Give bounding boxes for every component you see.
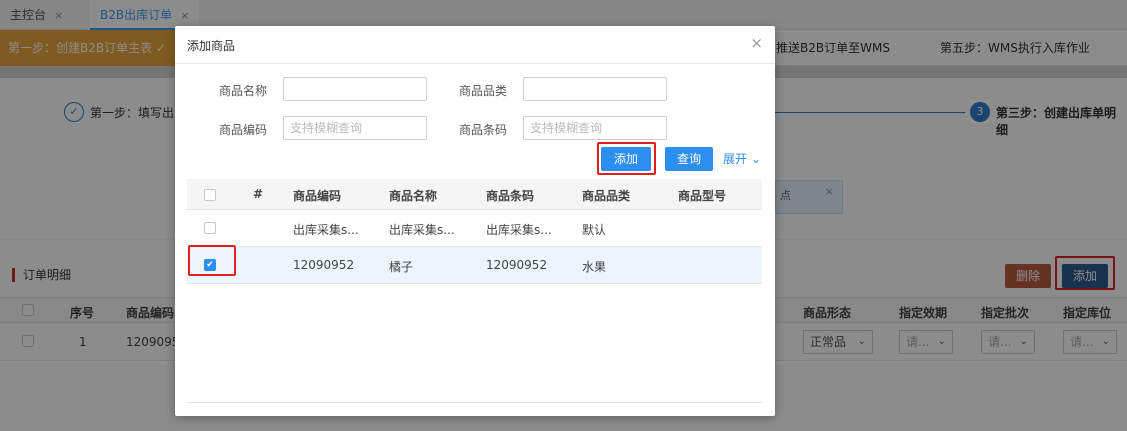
close-icon[interactable]: × [750, 34, 763, 52]
product-category-input[interactable] [523, 77, 667, 101]
row-checkbox[interactable] [204, 222, 216, 234]
product-category-label: 商品品类 [459, 84, 508, 98]
col-barcode: 商品条码 [486, 189, 535, 203]
highlight-box [188, 245, 236, 276]
cell-code: 出库采集s... [293, 223, 359, 237]
product-barcode-input[interactable] [523, 116, 667, 140]
expand-toggle[interactable]: 展开 ⌄ [723, 150, 761, 167]
product-code-input[interactable] [283, 116, 427, 140]
table-row[interactable]: 出库采集s... 出库采集s... 出库采集s... 默认 [187, 210, 762, 247]
table-row[interactable]: ✔ 12090952 橘子 12090952 水果 [187, 247, 762, 284]
col-name: 商品名称 [389, 189, 438, 203]
col-category: 商品品类 [582, 189, 631, 203]
table-header: # 商品编码 商品名称 商品条码 商品品类 商品型号 [187, 179, 762, 210]
cell-code: 12090952 [293, 258, 355, 272]
product-name-input[interactable] [283, 77, 427, 101]
product-barcode-label: 商品条码 [459, 123, 508, 137]
modal-title: 添加商品 [187, 39, 236, 53]
col-model: 商品型号 [678, 189, 727, 203]
select-all-checkbox[interactable] [204, 189, 216, 201]
cell-barcode: 12090952 [486, 258, 548, 272]
cell-name: 橘子 [389, 260, 414, 274]
divider [187, 402, 762, 403]
product-code-label: 商品编码 [219, 123, 268, 137]
cell-category: 水果 [582, 260, 607, 274]
product-name-label: 商品名称 [219, 84, 268, 98]
col-index: # [253, 187, 264, 201]
cell-name: 出库采集s... [389, 223, 455, 237]
highlight-box [597, 142, 656, 175]
cell-barcode: 出库采集s... [486, 223, 552, 237]
query-button[interactable]: 查询 [665, 147, 713, 171]
cell-category: 默认 [582, 223, 607, 237]
modal-header: 添加商品 × [175, 26, 775, 64]
add-product-modal: 添加商品 × 商品名称 商品品类 商品编码 商品条码 添加 查询 展开 ⌄ # … [175, 26, 775, 416]
col-code: 商品编码 [293, 189, 342, 203]
